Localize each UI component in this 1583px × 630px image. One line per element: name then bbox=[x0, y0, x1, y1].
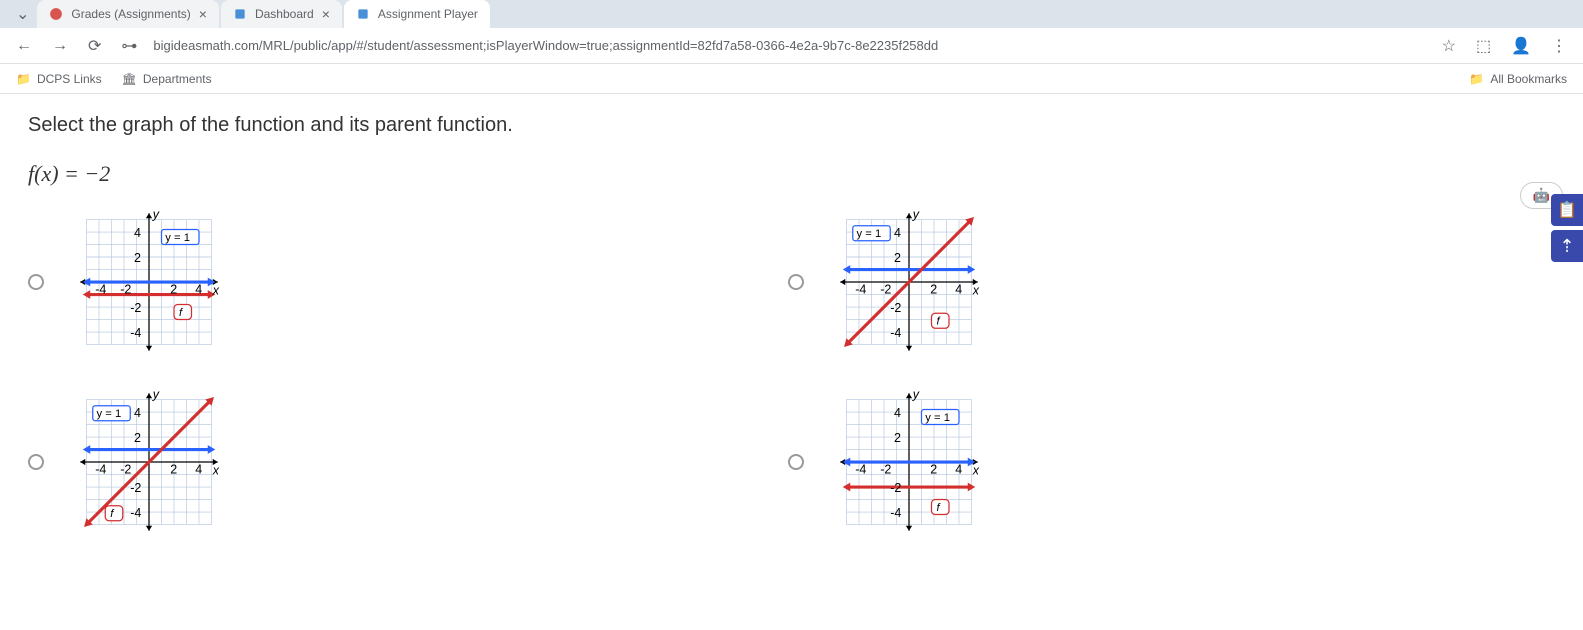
svg-text:y: y bbox=[912, 207, 920, 221]
svg-text:-4: -4 bbox=[890, 506, 901, 520]
robot-icon: 🤖 bbox=[1533, 187, 1550, 204]
address-bar: ← → ⟳ ⊶ bigideasmath.com/MRL/public/app/… bbox=[0, 28, 1583, 64]
choice-c: -4-224 42-2-4 xy y = 1 f bbox=[28, 387, 368, 537]
close-icon[interactable]: × bbox=[322, 6, 330, 22]
answer-choices: -4-224 42-2-4 xy y = 1 f bbox=[28, 207, 1128, 537]
radio-b[interactable] bbox=[788, 274, 804, 290]
tab-label: Grades (Assignments) bbox=[71, 7, 190, 21]
browser-tab-bar: ⌄ Grades (Assignments) × Dashboard × Ass… bbox=[0, 0, 1583, 28]
all-bookmarks-button[interactable]: 📁 All Bookmarks bbox=[1469, 72, 1567, 86]
svg-text:2: 2 bbox=[134, 251, 141, 265]
svg-text:4: 4 bbox=[195, 462, 202, 476]
svg-text:x: x bbox=[212, 464, 220, 478]
assignment-icon bbox=[356, 7, 370, 21]
svg-text:2: 2 bbox=[170, 462, 177, 476]
tab-dropdown-icon[interactable]: ⌄ bbox=[8, 4, 37, 24]
function-expression: f(x) = −2 bbox=[28, 161, 1555, 187]
svg-text:y: y bbox=[152, 387, 160, 401]
svg-text:-2: -2 bbox=[120, 462, 131, 476]
tab-dashboard[interactable]: Dashboard × bbox=[221, 0, 342, 28]
svg-text:-4: -4 bbox=[95, 282, 106, 296]
menu-icon[interactable]: ⋮ bbox=[1547, 32, 1571, 60]
svg-text:2: 2 bbox=[894, 251, 901, 265]
svg-text:4: 4 bbox=[955, 282, 962, 296]
folder-icon: 📁 bbox=[1469, 72, 1484, 86]
svg-text:-4: -4 bbox=[855, 462, 866, 476]
site-info-icon[interactable]: ⊶ bbox=[117, 32, 141, 60]
svg-text:2: 2 bbox=[134, 431, 141, 445]
parent-label: y = 1 bbox=[97, 408, 122, 420]
close-icon[interactable]: × bbox=[199, 6, 207, 22]
side-widgets: 📋 ⇡ bbox=[1551, 194, 1583, 262]
svg-text:x: x bbox=[972, 464, 980, 478]
svg-text:2: 2 bbox=[894, 431, 901, 445]
graph-b[interactable]: -4-224 42-2-4 xy y = 1 f bbox=[824, 207, 994, 357]
all-bookmarks-label: All Bookmarks bbox=[1490, 72, 1567, 86]
svg-text:-2: -2 bbox=[880, 282, 891, 296]
bookmark-label: DCPS Links bbox=[37, 72, 102, 86]
choice-a: -4-224 42-2-4 xy y = 1 f bbox=[28, 207, 368, 357]
tab-label: Assignment Player bbox=[378, 7, 478, 21]
tab-label: Dashboard bbox=[255, 7, 314, 21]
radio-d[interactable] bbox=[788, 454, 804, 470]
svg-text:-2: -2 bbox=[130, 481, 141, 495]
svg-text:4: 4 bbox=[894, 226, 901, 240]
svg-text:4: 4 bbox=[195, 282, 202, 296]
question-prompt: Select the graph of the function and its… bbox=[28, 114, 1555, 137]
parent-label: y = 1 bbox=[925, 412, 950, 424]
svg-text:4: 4 bbox=[134, 226, 141, 240]
svg-text:2: 2 bbox=[930, 462, 937, 476]
svg-text:-2: -2 bbox=[890, 481, 901, 495]
svg-text:-2: -2 bbox=[120, 282, 131, 296]
reload-button[interactable]: ⟳ bbox=[84, 32, 105, 60]
building-icon: 🏛 bbox=[122, 72, 137, 86]
graph-a[interactable]: -4-224 42-2-4 xy y = 1 f bbox=[64, 207, 234, 357]
forward-button[interactable]: → bbox=[48, 33, 72, 59]
tab-grades[interactable]: Grades (Assignments) × bbox=[37, 0, 219, 28]
svg-text:y: y bbox=[912, 387, 920, 401]
bookmarks-bar: 📁 DCPS Links 🏛 Departments 📁 All Bookmar… bbox=[0, 64, 1583, 94]
svg-text:-2: -2 bbox=[130, 301, 141, 315]
svg-text:-4: -4 bbox=[890, 326, 901, 340]
graph-d[interactable]: -4-224 42-2-4 xy y = 1 f bbox=[824, 387, 994, 537]
radio-c[interactable] bbox=[28, 454, 44, 470]
calendar-widget-button[interactable]: 📋 bbox=[1551, 194, 1583, 226]
svg-text:4: 4 bbox=[955, 462, 962, 476]
svg-text:4: 4 bbox=[134, 406, 141, 420]
svg-text:-4: -4 bbox=[95, 462, 106, 476]
accessibility-widget-button[interactable]: ⇡ bbox=[1551, 230, 1583, 262]
svg-text:2: 2 bbox=[170, 282, 177, 296]
grades-icon bbox=[49, 7, 63, 21]
svg-text:y: y bbox=[152, 207, 160, 221]
function-rhs: −2 bbox=[84, 161, 110, 186]
svg-text:4: 4 bbox=[894, 406, 901, 420]
radio-a[interactable] bbox=[28, 274, 44, 290]
bookmark-dcps[interactable]: 📁 DCPS Links bbox=[16, 72, 102, 86]
function-lhs: f(x) = bbox=[28, 161, 79, 186]
svg-text:x: x bbox=[972, 284, 980, 298]
bookmark-departments[interactable]: 🏛 Departments bbox=[122, 72, 212, 86]
url-text[interactable]: bigideasmath.com/MRL/public/app/#/studen… bbox=[153, 38, 1425, 53]
parent-label: y = 1 bbox=[857, 228, 882, 240]
back-button[interactable]: ← bbox=[12, 33, 36, 59]
profile-icon[interactable]: 👤 bbox=[1507, 32, 1535, 60]
svg-text:-2: -2 bbox=[880, 462, 891, 476]
svg-text:2: 2 bbox=[930, 282, 937, 296]
graph-c[interactable]: -4-224 42-2-4 xy y = 1 f bbox=[64, 387, 234, 537]
svg-text:x: x bbox=[212, 284, 220, 298]
svg-text:-4: -4 bbox=[130, 506, 141, 520]
star-icon[interactable]: ☆ bbox=[1438, 32, 1460, 60]
parent-label: y = 1 bbox=[165, 232, 190, 244]
dashboard-icon bbox=[233, 7, 247, 21]
svg-text:-4: -4 bbox=[130, 326, 141, 340]
svg-text:-4: -4 bbox=[855, 282, 866, 296]
extension-icon[interactable]: ⬚ bbox=[1472, 32, 1495, 60]
assignment-content: 🤖 Select the graph of the function and i… bbox=[0, 94, 1583, 630]
folder-icon: 📁 bbox=[16, 72, 31, 86]
choice-d: -4-224 42-2-4 xy y = 1 f bbox=[788, 387, 1128, 537]
svg-text:-2: -2 bbox=[890, 301, 901, 315]
tab-assignment-player[interactable]: Assignment Player bbox=[344, 0, 490, 28]
choice-b: -4-224 42-2-4 xy y = 1 f bbox=[788, 207, 1128, 357]
bookmark-label: Departments bbox=[143, 72, 212, 86]
